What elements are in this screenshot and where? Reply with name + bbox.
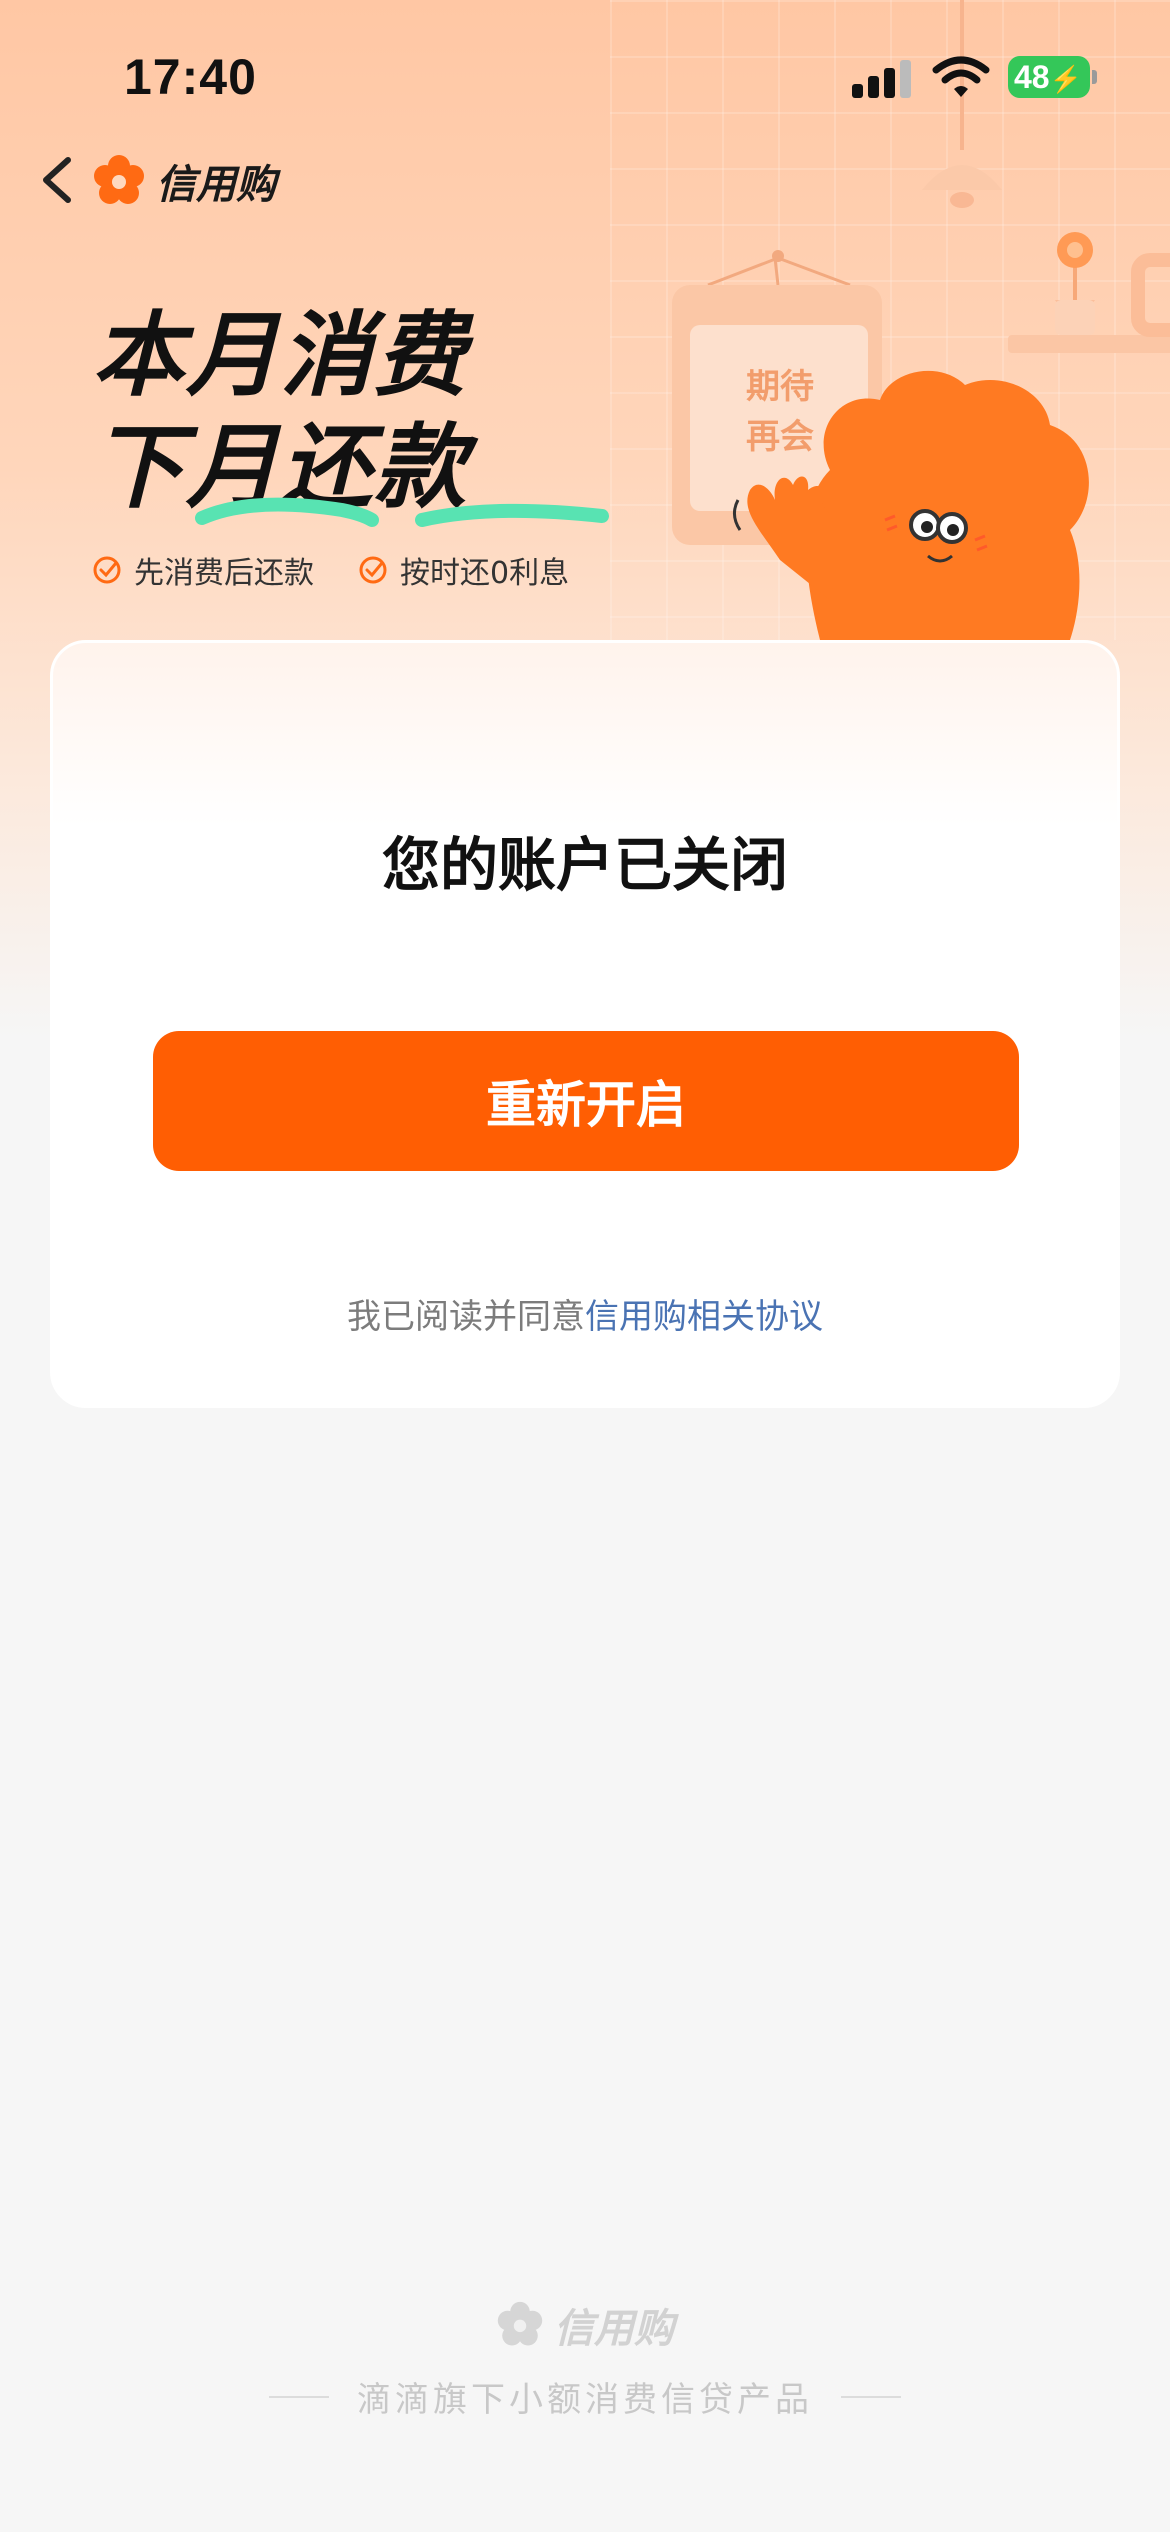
brand-name: 信用购 (156, 162, 276, 208)
footer-tagline: 滴滴旗下小额消费信贷产品 (357, 2380, 813, 2420)
agreement-text: 我已阅读并同意信用购相关协议 (53, 1289, 1117, 1338)
hero-headline: 本月消费 下月还款 (92, 300, 609, 527)
footer-flower-logo-icon (497, 2301, 543, 2346)
check-icon (93, 556, 121, 584)
wifi-icon (932, 56, 990, 97)
footer-brand: 信用购 (0, 2296, 1170, 2354)
nav-bar: 信用购 (0, 140, 1170, 220)
status-time: 17:40 (124, 49, 257, 105)
headline-line1: 本月消费 (92, 302, 469, 409)
back-arrow-icon[interactable] (32, 148, 88, 212)
feature-item: 按时还0利息 (358, 548, 569, 592)
account-closed-title: 您的账户已关闭 (381, 831, 788, 899)
reopen-button[interactable]: 重新开启 (153, 1031, 1019, 1171)
feature-item: 先消费后还款 (92, 548, 314, 592)
cellular-signal-icon (852, 58, 914, 98)
green-underline-swoosh (195, 497, 609, 527)
feature-list: 先消费后还款 按时还0利息 (92, 548, 569, 592)
account-status-card: 您的账户已关闭 重新开启 我已阅读并同意信用购相关协议 (50, 640, 1120, 1408)
charging-bolt-icon: ⚡ (1049, 64, 1082, 94)
divider (841, 2395, 901, 2398)
footer-brand-name: 信用购 (554, 2306, 674, 2352)
status-bar: 17:40 48⚡ (0, 0, 1170, 150)
brand-flower-logo-icon (94, 155, 144, 204)
agreement-prefix: 我已阅读并同意 (347, 1297, 585, 1337)
feature-label: 先消费后还款 (134, 556, 314, 591)
sign-text-line2: 再会 (746, 417, 814, 457)
battery-indicator: 48⚡ (1008, 56, 1090, 98)
sign-text-line1: 期待 (746, 367, 814, 407)
check-icon (359, 556, 387, 584)
footer-tagline-row: 滴滴旗下小额消费信贷产品 (0, 2372, 1170, 2421)
battery-level: 48 (1014, 59, 1050, 95)
agreement-link[interactable]: 信用购相关协议 (585, 1297, 823, 1337)
battery-tip (1092, 70, 1097, 84)
feature-label: 按时还0利息 (400, 556, 570, 591)
divider (269, 2395, 329, 2398)
